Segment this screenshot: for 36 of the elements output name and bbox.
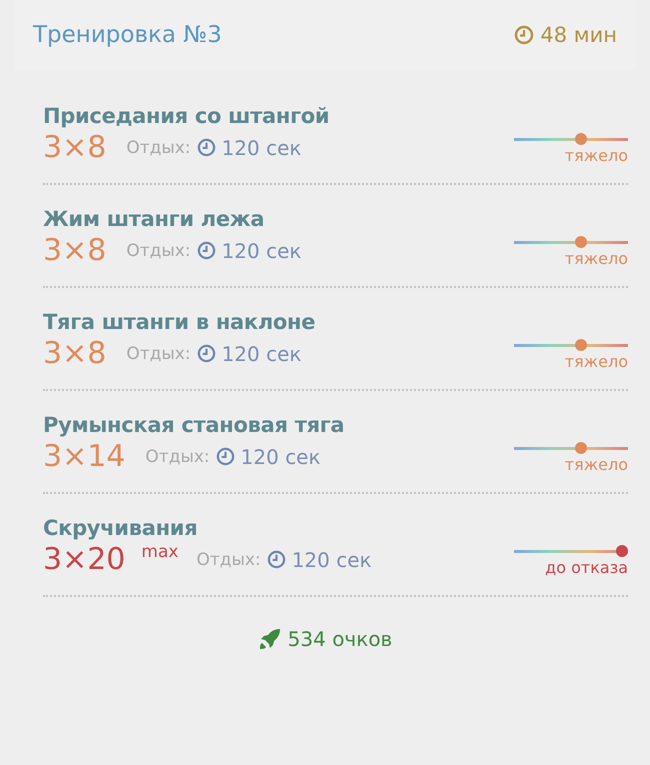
intensity-label: тяжело: [564, 249, 628, 268]
rest-label: Отдых:: [145, 446, 210, 466]
rest-time: 120 сек: [222, 342, 302, 366]
intensity-label: тяжело: [564, 352, 628, 371]
rest-label: Отдых:: [126, 240, 191, 260]
clock-icon: [196, 241, 216, 260]
clock-icon: [196, 138, 216, 157]
rest-label: Отдых:: [126, 344, 191, 364]
duration: 48 мин: [540, 23, 617, 47]
workout-title: Тренировка №3: [33, 22, 222, 48]
sets-reps: 3×8: [43, 233, 106, 268]
sets-reps: 3×8: [43, 130, 106, 165]
intensity-label: до отказа: [545, 558, 628, 577]
exercise-name: Румынская становая тяга: [43, 413, 346, 437]
sets-reps: 3×8: [43, 336, 106, 371]
exercise-name: Приседания со штангой: [43, 104, 330, 128]
exercise-name: Жим штанги лежа: [43, 207, 266, 231]
rest-label: Отдых:: [196, 550, 261, 570]
rest-label: Отдых:: [126, 138, 191, 158]
max-label: max: [141, 542, 178, 562]
sets-reps: 3×20: [43, 542, 126, 577]
points: 534 очков: [288, 627, 392, 651]
rest-time: 120 сек: [222, 136, 302, 160]
rocket-icon: [258, 627, 282, 651]
exercise-name: Скручивания: [43, 516, 198, 540]
rest-time: 120 сек: [240, 444, 321, 468]
sets-reps: 3×14: [43, 439, 126, 474]
exercise-name: Тяга штанги в наклоне: [43, 310, 316, 334]
clock-icon: [514, 25, 534, 45]
clock-icon: [266, 550, 286, 569]
intensity-label: тяжело: [564, 455, 628, 474]
clock-icon: [196, 344, 216, 363]
rest-time: 120 сек: [222, 238, 302, 262]
intensity-label: тяжело: [564, 146, 628, 165]
rest-time: 120 сек: [292, 548, 372, 572]
clock-icon: [216, 447, 235, 466]
